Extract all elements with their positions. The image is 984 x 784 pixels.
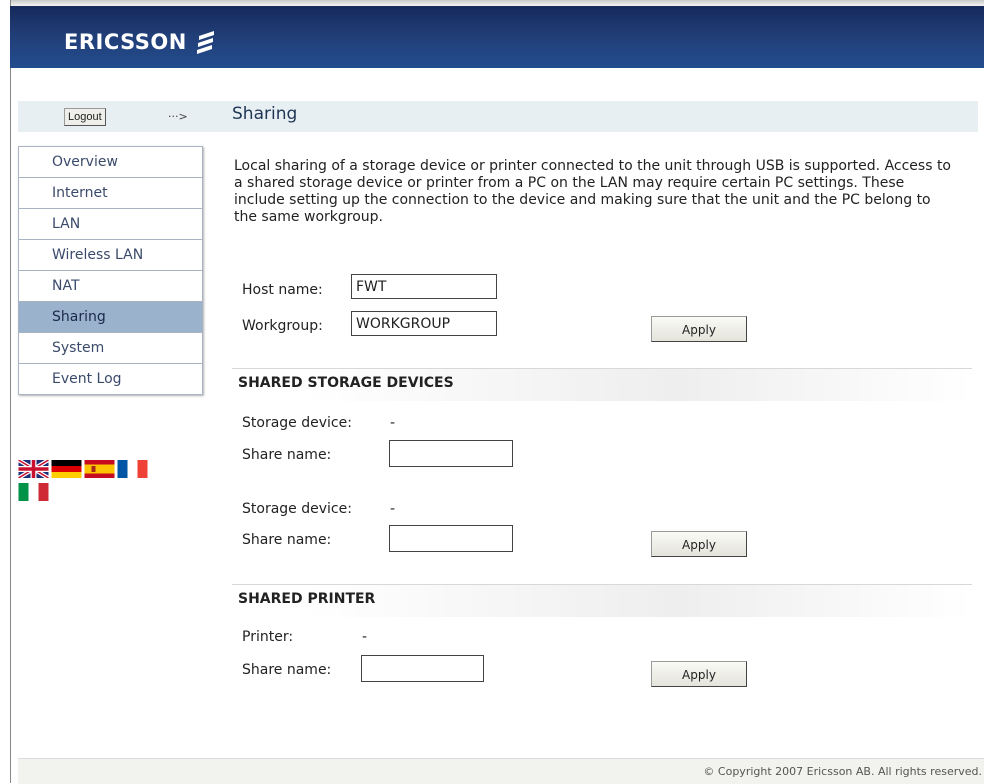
- sidebar-nav: Overview Internet LAN Wireless LAN NAT S…: [18, 146, 203, 395]
- host-name-input[interactable]: [351, 274, 497, 299]
- apply-storage-button[interactable]: Apply: [651, 531, 747, 557]
- page-title: Sharing: [232, 104, 298, 124]
- sidebar-item-sharing[interactable]: Sharing: [19, 301, 202, 332]
- sidebar-item-wireless-lan[interactable]: Wireless LAN: [19, 239, 202, 270]
- workgroup-input[interactable]: [351, 311, 497, 336]
- apply-printer-button[interactable]: Apply: [651, 661, 747, 687]
- copyright-text: © Copyright 2007 Ericsson AB. All rights…: [703, 765, 982, 778]
- storage-device-label: Storage device:: [242, 415, 352, 431]
- share-name-input-1[interactable]: [389, 440, 513, 467]
- sidebar-item-event-log[interactable]: Event Log: [19, 363, 202, 394]
- share-name-label: Share name:: [242, 532, 332, 548]
- printer-label: Printer:: [242, 629, 294, 645]
- workgroup-label: Workgroup:: [242, 318, 323, 334]
- french-flag-icon[interactable]: [117, 460, 148, 478]
- footer: © Copyright 2007 Ericsson AB. All rights…: [18, 758, 984, 784]
- shared-printer-heading-text: SHARED PRINTER: [238, 591, 376, 607]
- sidebar-item-nat[interactable]: NAT: [19, 270, 202, 301]
- intro-text: Local sharing of a storage device or pri…: [234, 158, 951, 225]
- ericsson-logo-icon: [196, 31, 214, 54]
- language-selector: [18, 460, 178, 506]
- header-banner: ERICSSON: [10, 6, 984, 68]
- share-name-input-2[interactable]: [389, 525, 513, 552]
- sidebar-item-overview[interactable]: Overview: [19, 146, 202, 177]
- arrow-icon: ···>: [168, 110, 188, 123]
- printer-share-name-label: Share name:: [242, 662, 332, 678]
- window-left-edge: [0, 0, 11, 783]
- italian-flag-icon[interactable]: [18, 483, 49, 501]
- ericsson-logo: ERICSSON: [64, 30, 218, 54]
- sidebar-item-lan[interactable]: LAN: [19, 208, 202, 239]
- sidebar-item-system[interactable]: System: [19, 332, 202, 363]
- storage-device-label: Storage device:: [242, 501, 352, 517]
- storage-device-value: -: [390, 415, 396, 431]
- shared-printer-heading: SHARED PRINTER: [232, 584, 972, 617]
- printer-share-name-input[interactable]: [361, 655, 484, 682]
- host-name-label: Host name:: [242, 282, 323, 298]
- logout-button[interactable]: Logout: [64, 108, 106, 126]
- apply-workgroup-button[interactable]: Apply: [651, 316, 747, 342]
- storage-device-value: -: [390, 501, 396, 517]
- title-bar: [18, 101, 978, 132]
- shared-storage-heading-text: SHARED STORAGE DEVICES: [238, 375, 454, 391]
- spanish-flag-icon[interactable]: [84, 460, 115, 478]
- share-name-label: Share name:: [242, 447, 332, 463]
- printer-value: -: [362, 629, 368, 645]
- sidebar-item-internet[interactable]: Internet: [19, 177, 202, 208]
- logo-text: ERICSSON: [64, 30, 187, 54]
- german-flag-icon[interactable]: [51, 460, 82, 478]
- english-flag-icon[interactable]: [18, 460, 49, 478]
- shared-storage-heading: SHARED STORAGE DEVICES: [232, 368, 972, 401]
